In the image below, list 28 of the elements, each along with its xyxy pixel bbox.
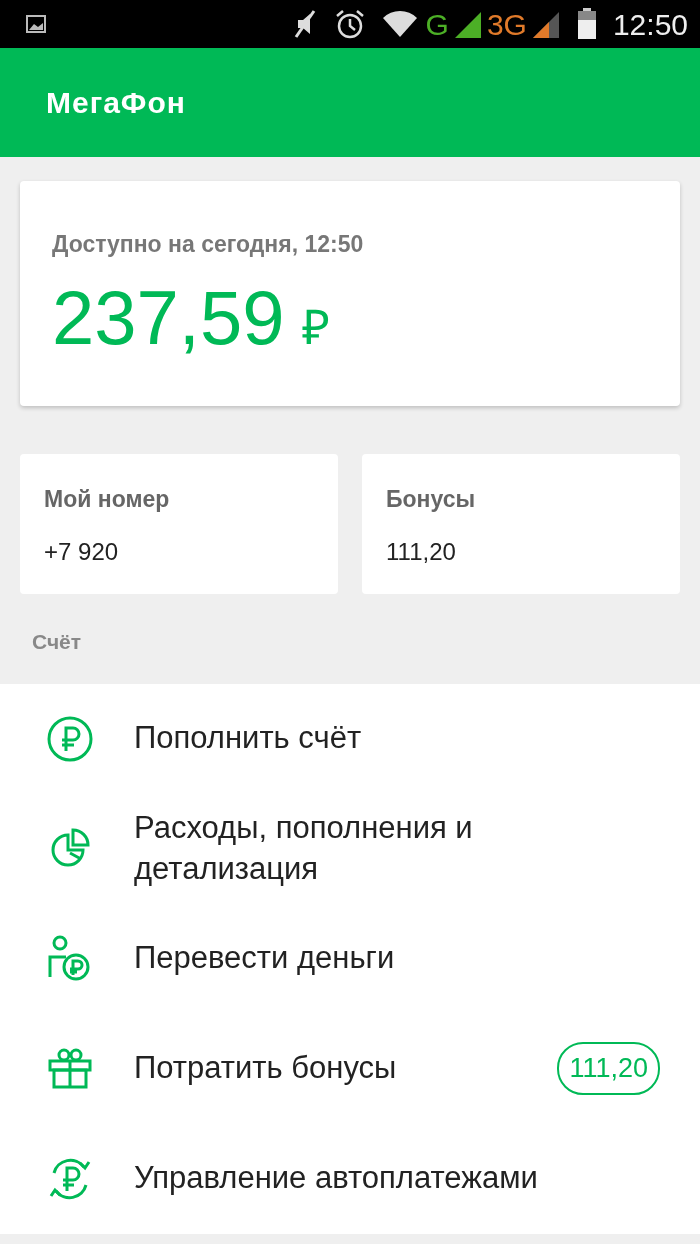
app-logo: МегаФон [46,85,186,121]
menu-item[interactable]: Расходы, пополнения и детализация [44,793,660,904]
tile-value: +7 920 [44,537,120,567]
network-type: G [425,6,449,43]
gallery-icon [26,15,46,33]
balance-amount: 237,59 [52,279,285,356]
menu-label: Расходы, пополнения и детализация [134,809,474,888]
menu-item[interactable]: Управление автоплатежами [44,1123,660,1234]
bonus-badge: 111,20 [557,1042,660,1095]
network-type: 3G [486,6,527,43]
menu-item[interactable]: Потратить бонусы 111,20 [44,1013,660,1124]
info-tile[interactable]: Бонусы 111,20 [362,453,680,594]
menu-item[interactable]: Пополнить счёт [44,683,660,794]
tile-label: Мой номер [44,484,171,514]
menu-label: Перевести деньги [134,939,396,978]
section-title: Счёт [31,629,83,655]
balance-label: Доступно на сегодня, 12:50 [52,230,365,259]
status-time: 12:50 [612,6,688,43]
wifi-icon [381,10,418,38]
menu-item[interactable]: Перевести деньги [44,903,660,1014]
menu-label: Потратить бонусы [134,1049,398,1088]
currency-sign: ₽ [302,303,331,352]
battery-icon [576,8,597,40]
tile-value: 111,20 [386,537,457,567]
menu-label: Управление автоплатежами [134,1159,539,1198]
menu-label: Пополнить счёт [134,719,363,758]
info-tile[interactable]: Мой номер +7 920 [20,453,338,594]
tile-label: Бонусы [386,484,477,514]
